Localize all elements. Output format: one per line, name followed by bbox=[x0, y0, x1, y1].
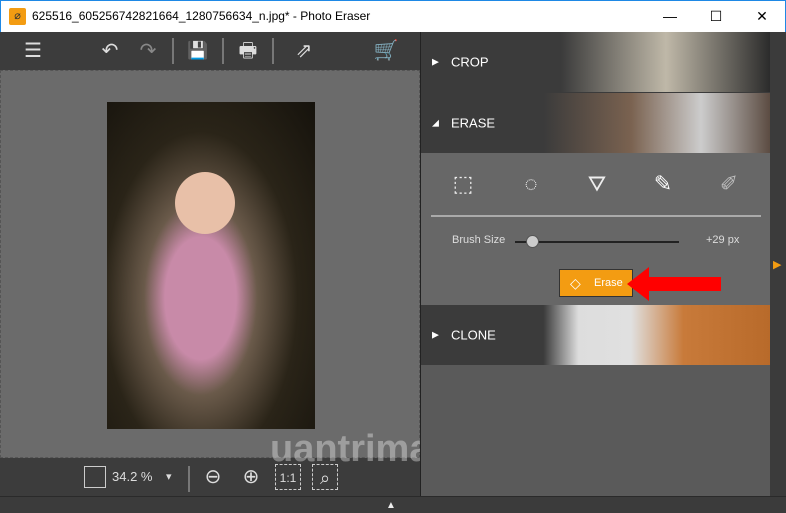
panel-empty-area bbox=[421, 365, 771, 496]
undo-icon[interactable]: ↶ bbox=[94, 36, 126, 66]
zoom-out-icon[interactable]: ⊖ bbox=[200, 464, 226, 490]
tool-indicator-line bbox=[431, 215, 761, 217]
clone-section-header[interactable]: ▶ CLONE bbox=[421, 305, 771, 365]
eraser-icon: ◇ bbox=[570, 275, 581, 291]
zoom-in-icon[interactable]: ⊕ bbox=[238, 464, 264, 490]
bottom-strip: ▲ bbox=[0, 496, 786, 513]
toolbar: ☰ ↶ ↷ 💾 🖶 ⇗ 🛒 bbox=[0, 32, 420, 70]
rectangle-select-icon[interactable]: ⬚ bbox=[445, 167, 481, 201]
erase-label: ERASE bbox=[451, 115, 496, 131]
brush-size-label: Brush Size bbox=[452, 234, 506, 246]
image-canvas[interactable] bbox=[0, 70, 420, 458]
tools-panel: ▶ CROP ◢ ERASE ⬚ ◌ ⛛ ✎ ✐ Brush Size +29 … bbox=[420, 32, 771, 496]
zoom-value[interactable]: 34.2 % bbox=[112, 464, 152, 490]
close-button[interactable]: ✕ bbox=[739, 1, 785, 32]
erase-button[interactable]: ◇ Erase bbox=[559, 269, 633, 297]
crop-section-header[interactable]: ▶ CROP bbox=[421, 32, 771, 92]
collapse-up-icon[interactable]: ▲ bbox=[386, 500, 396, 511]
cart-icon[interactable]: 🛒 bbox=[370, 36, 402, 66]
erase-button-label: Erase bbox=[594, 277, 623, 289]
redo-icon[interactable]: ↷ bbox=[132, 36, 164, 66]
expand-panel-icon[interactable]: ▶ bbox=[773, 258, 781, 271]
menu-icon[interactable]: ☰ bbox=[17, 36, 49, 66]
zoom-dropdown-icon[interactable]: ▾ bbox=[166, 464, 172, 490]
eraser-brush-icon[interactable]: ✐ bbox=[711, 167, 747, 201]
red-arrow-annotation bbox=[627, 267, 721, 301]
lasso-select-icon[interactable]: ◌ bbox=[513, 167, 549, 201]
erase-tools: ⬚ ◌ ⛛ ✎ ✐ Brush Size +29 px ◇ Erase bbox=[421, 153, 771, 305]
panel-toggle[interactable]: ▶ bbox=[770, 32, 786, 496]
photo-subject bbox=[175, 172, 235, 234]
divider bbox=[172, 38, 174, 64]
zoom-preset-icon[interactable] bbox=[84, 466, 106, 488]
collapse-arrow-icon: ◢ bbox=[432, 117, 439, 128]
app-eraser-icon: ⌀ bbox=[9, 8, 26, 25]
print-icon[interactable]: 🖶 bbox=[232, 36, 264, 66]
brush-icon[interactable]: ✎ bbox=[645, 167, 681, 201]
expand-arrow-icon: ▶ bbox=[432, 329, 439, 340]
polygon-select-icon[interactable]: ⛛ bbox=[579, 167, 615, 201]
share-icon[interactable]: ⇗ bbox=[284, 36, 324, 66]
clone-label: CLONE bbox=[451, 327, 496, 343]
divider bbox=[272, 38, 274, 64]
minimize-button[interactable]: — bbox=[647, 1, 693, 32]
brush-size-value: +29 px bbox=[706, 234, 740, 246]
window-title: 625516_605256742821664_1280756634_n.jpg*… bbox=[32, 9, 371, 23]
erase-section-header[interactable]: ◢ ERASE bbox=[421, 93, 771, 153]
crop-label: CROP bbox=[451, 54, 489, 70]
slider-knob[interactable] bbox=[526, 235, 540, 248]
save-icon[interactable]: 💾 bbox=[182, 36, 214, 66]
maximize-button[interactable]: ☐ bbox=[693, 1, 739, 32]
expand-arrow-icon: ▶ bbox=[432, 56, 439, 67]
brush-size-slider[interactable] bbox=[515, 235, 679, 248]
photo bbox=[107, 102, 315, 429]
title-bar: ⌀ 625516_605256742821664_1280756634_n.jp… bbox=[0, 0, 786, 32]
divider bbox=[222, 38, 224, 64]
divider bbox=[188, 466, 190, 492]
